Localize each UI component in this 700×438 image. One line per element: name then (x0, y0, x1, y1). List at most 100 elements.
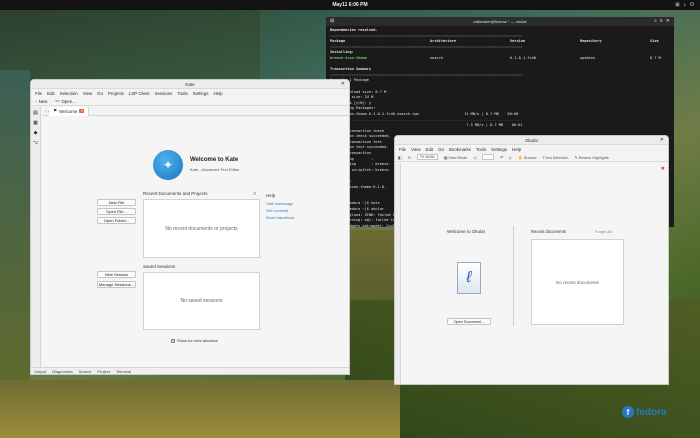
saved-sessions-title: Saved Sessions (143, 264, 176, 269)
okular-sidebar[interactable] (395, 164, 401, 384)
browse-label: Browse (523, 155, 537, 160)
manage-sessions-button[interactable]: Manage Sessions... (97, 281, 136, 288)
terminal-package-row: breeze-icon-theme noarch 6.1.0-1.fc40 updat… (330, 56, 670, 62)
symbols-icon[interactable]: ⌥ (33, 140, 39, 146)
okular-recent-panel: No recent documents (531, 239, 624, 325)
close-tab-icon[interactable]: ✕ (79, 109, 85, 113)
documents-icon[interactable]: ▤ (33, 110, 38, 116)
menu-view[interactable]: View (411, 147, 420, 152)
terminal-cell: 8.7 M (650, 55, 661, 60)
visit-homepage-link[interactable]: Visit homepage (266, 201, 294, 206)
open-button[interactable]: ▭ Open... (55, 98, 76, 104)
power-icon[interactable]: ⏻ (690, 2, 694, 8)
output-tab[interactable]: Output (34, 369, 46, 374)
menu-tools[interactable]: Tools (476, 147, 486, 152)
menu-go[interactable]: Go (97, 91, 103, 96)
search-tab[interactable]: Search (79, 369, 92, 374)
new-tab-icon[interactable]: ⊞ (330, 18, 334, 24)
clear-recent-icon[interactable]: ⊡ (253, 191, 256, 196)
menu-help[interactable]: Help (512, 147, 521, 152)
tab-label: Welcome (59, 108, 78, 114)
okular-titlebar[interactable]: Okular ✕ (395, 136, 668, 145)
menu-settings[interactable]: Settings (491, 147, 507, 152)
wallpaper-region (0, 70, 30, 380)
menu-file[interactable]: File (399, 147, 406, 152)
git-icon[interactable]: ◆ (34, 130, 38, 136)
menu-file[interactable]: File (35, 91, 42, 96)
read-handbook-link[interactable]: Read handbook (266, 215, 294, 220)
menu-edit[interactable]: Edit (426, 147, 434, 152)
help-title: Help (266, 193, 276, 198)
get-involved-link[interactable]: Get involved (266, 208, 288, 213)
menu-settings[interactable]: Settings (193, 91, 209, 96)
kate-tabbar: ‹ › ⚑ Welcome ✕ (42, 106, 349, 116)
show-new-windows-row[interactable]: ✓ Show for new windows (171, 338, 218, 343)
new-button[interactable]: ▫ New (35, 99, 47, 104)
open-folder-button[interactable]: Open Folder... (97, 217, 136, 224)
sessions-empty-text: No saved sessions (180, 298, 223, 304)
network-icon[interactable]: ⊞ (675, 2, 679, 8)
kate-titlebar[interactable]: Kate ✕ (31, 80, 349, 89)
view-mode-button[interactable]: ▦ View Mode (444, 155, 467, 160)
zoom-out-icon[interactable]: ⊖ (408, 155, 411, 160)
filesystem-icon[interactable]: ▦ (33, 120, 38, 126)
kate-toolbar: ▫ New ▭ Open... (31, 97, 349, 106)
okular-menubar: File View Edit Go Bookmarks Tools Settin… (395, 145, 668, 153)
fedora-logo: f fedora (622, 406, 667, 418)
close-icon[interactable]: ✕ (660, 136, 664, 145)
terminal-tab[interactable]: Terminal (116, 369, 131, 374)
menu-go[interactable]: Go (438, 147, 444, 152)
new-file-button[interactable]: New File (97, 199, 136, 206)
show-new-windows-checkbox[interactable]: ✓ (171, 338, 175, 343)
next-page-icon[interactable]: ▷ (509, 155, 512, 160)
menu-tools[interactable]: Tools (177, 91, 187, 96)
okular-title: Okular (524, 138, 539, 143)
new-label: New (38, 98, 48, 104)
prev-page-icon[interactable]: ◁ (473, 155, 476, 160)
view-mode-label: View Mode (448, 155, 468, 160)
search-icon[interactable]: ⌕ (654, 18, 657, 24)
close-icon[interactable]: ✕ (341, 80, 345, 89)
menu-edit[interactable]: Edit (47, 91, 55, 96)
fedora-wordmark: fedora (636, 406, 667, 418)
terminal-cell: noarch (430, 55, 443, 60)
terminal-titlebar[interactable]: ⊞ calliessier@fedora:~ — okular ⌕ ≡ ✕ (326, 17, 674, 26)
diagnostics-tab[interactable]: Diagnostics (52, 369, 73, 374)
kate-tab-icon: ⚑ (53, 108, 58, 113)
okular-recent-title: Recent documents (531, 229, 566, 234)
browse-button[interactable]: ✋ Browse (518, 155, 536, 160)
show-new-windows-label: Show for new windows (177, 338, 218, 343)
folder-icon: ▭ (55, 98, 60, 103)
new-session-button[interactable]: New Session (97, 271, 136, 278)
text-selection-label: Text Selection (544, 155, 569, 160)
page-input[interactable] (482, 154, 495, 160)
okular-recent-empty: No recent documents (556, 279, 599, 285)
close-icon[interactable]: ✕ (666, 18, 670, 24)
clock[interactable]: May11 6:06 PM (0, 2, 700, 8)
menu-lsp-client[interactable]: LSP Client (129, 91, 150, 96)
menu-bookmarks[interactable]: Bookmarks (449, 147, 471, 152)
sidebar-toggle-icon[interactable]: ◧ (398, 155, 402, 160)
okular-window[interactable]: Okular ✕ File View Edit Go Bookmarks Too… (394, 135, 669, 385)
menu-icon[interactable]: ≡ (660, 18, 663, 24)
tab-welcome[interactable]: ⚑ Welcome ✕ (49, 106, 90, 116)
review-highlights-button[interactable]: ✎ Review Highlights (574, 155, 608, 160)
divider (513, 226, 514, 326)
menu-view[interactable]: View (83, 91, 92, 96)
volume-icon[interactable]: ♪ (684, 2, 687, 8)
zoom-select[interactable]: Fit Width (416, 154, 438, 160)
open-file-button[interactable]: Open File... (97, 208, 136, 215)
open-document-button[interactable]: Open Document... (447, 318, 491, 325)
system-tray[interactable]: ⊞ ♪ ⏻ (675, 2, 694, 8)
forget-all-button[interactable]: Forget All (595, 229, 612, 234)
error-icon[interactable]: ✖ (661, 166, 665, 172)
kate-title: Kate (185, 82, 195, 87)
project-tab[interactable]: Project (97, 369, 109, 374)
menu-sessions[interactable]: Sessions (155, 91, 173, 96)
terminal-cell: updates (580, 55, 596, 60)
menu-help[interactable]: Help (214, 91, 223, 96)
menu-projects[interactable]: Projects (108, 91, 124, 96)
text-selection-button[interactable]: Ⅰ Text Selection (543, 155, 569, 160)
menu-selection[interactable]: Selection (60, 91, 78, 96)
okular-welcome-title: Welcome to Okular (447, 229, 486, 234)
